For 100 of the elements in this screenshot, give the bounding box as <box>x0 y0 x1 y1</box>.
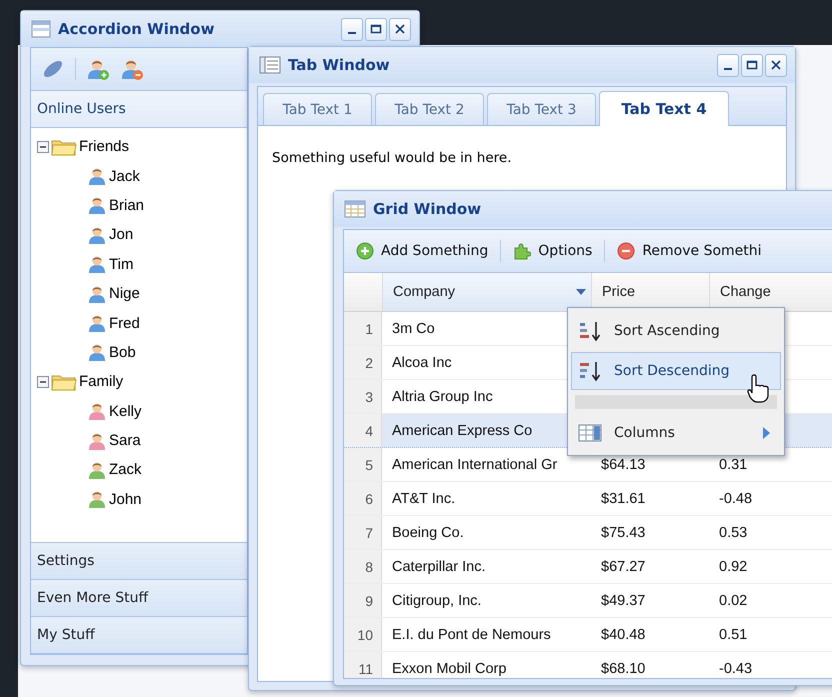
tree-item[interactable]: Jack <box>109 168 140 185</box>
tab[interactable]: Tab Text 2 <box>375 93 484 125</box>
collapse-icon[interactable] <box>37 140 49 153</box>
table-cell: 3m Co <box>392 320 435 336</box>
table-cell: Citigroup, Inc. <box>392 592 482 608</box>
grid-icon <box>344 200 366 218</box>
tree-item[interactable]: Sara <box>109 432 141 450</box>
accordion-header[interactable]: My Stuff <box>31 617 247 654</box>
sort-descending-icon <box>578 360 602 382</box>
add-icon <box>356 242 374 260</box>
row-number: 11 <box>344 652 382 678</box>
table-cell: -0.48 <box>719 490 752 506</box>
accordion-header[interactable]: Online Users <box>31 91 247 128</box>
column-header[interactable]: Company <box>383 273 592 311</box>
table-cell: $31.61 <box>601 490 646 506</box>
table-cell: -0.43 <box>719 660 752 676</box>
close-icon <box>393 22 407 36</box>
window-title: Tab Window <box>288 56 390 74</box>
maximize-button[interactable] <box>365 18 387 40</box>
hand-cursor-icon <box>747 373 769 403</box>
maximize-icon <box>369 22 383 36</box>
table-cell: $67.27 <box>601 558 646 574</box>
table-cell: American International Gr <box>392 456 558 472</box>
minimize-button[interactable] <box>717 54 739 76</box>
sort-ascending-icon <box>578 320 602 342</box>
toolbar-button[interactable]: Remove Somethi <box>613 239 766 263</box>
close-icon <box>769 58 783 72</box>
row-number: 6 <box>344 482 382 515</box>
grid-row[interactable]: 8 Caterpillar Inc. $67.27 0.92 <box>344 550 832 584</box>
tab[interactable]: Tab Text 3 <box>487 93 596 125</box>
tree-item[interactable]: Family <box>79 373 124 390</box>
accordion-header[interactable]: Even More Stuff <box>31 580 247 617</box>
tree-item[interactable]: Tim <box>109 256 134 273</box>
add-user-icon[interactable] <box>86 57 110 81</box>
dropdown-arrow-icon[interactable] <box>575 288 587 296</box>
table-cell: Boeing Co. <box>392 524 464 540</box>
window-title: Grid Window <box>373 200 482 218</box>
tree-item[interactable]: Nige <box>109 285 140 302</box>
table-cell: 0.92 <box>719 558 748 574</box>
table-cell: $75.43 <box>601 524 646 540</box>
close-button[interactable] <box>765 54 787 76</box>
grid-row[interactable]: 9 Citigroup, Inc. $49.37 0.02 <box>344 584 832 618</box>
table-cell: 0.51 <box>719 626 748 642</box>
row-number: 3 <box>344 380 382 413</box>
toolbar-button[interactable]: Options <box>509 239 596 263</box>
row-number: 4 <box>344 414 382 447</box>
minimize-icon <box>348 32 356 34</box>
puzzle-icon <box>513 242 532 260</box>
minimize-icon <box>724 68 732 70</box>
grid-row[interactable]: 7 Boeing Co. $75.43 0.53 <box>344 516 832 550</box>
window-title: Accordion Window <box>58 20 214 38</box>
grid-row[interactable]: 10 E.I. du Pont de Nemours $40.48 0.51 <box>344 618 832 652</box>
tree-item[interactable]: Fred <box>109 314 140 332</box>
remove-icon <box>617 242 636 260</box>
table-cell: $40.48 <box>601 626 646 642</box>
tree-item[interactable]: Friends <box>79 138 130 156</box>
table-cell: Altria Group Inc <box>392 388 493 404</box>
table-cell: $64.13 <box>601 456 646 472</box>
table-cell: $68.10 <box>601 660 646 676</box>
row-number: 5 <box>344 448 382 481</box>
toolbar-button[interactable]: Add Something <box>352 239 492 263</box>
maximize-icon <box>745 58 759 72</box>
window-icon <box>259 56 281 74</box>
tree-item[interactable]: John <box>109 490 142 508</box>
table-cell: American Express Co <box>392 422 532 438</box>
remove-user-icon[interactable] <box>120 57 144 81</box>
row-number: 9 <box>344 584 382 617</box>
columns-icon <box>578 423 602 443</box>
tree-item[interactable]: Bob <box>109 344 136 361</box>
table-cell: 0.02 <box>719 592 748 608</box>
table-cell: 0.53 <box>719 524 748 540</box>
row-number: 8 <box>344 550 382 583</box>
row-number: 7 <box>344 516 382 549</box>
tab[interactable]: Tab Text 4 <box>599 91 729 126</box>
minimize-button[interactable] <box>341 18 363 40</box>
table-cell: Caterpillar Inc. <box>392 558 486 574</box>
tree-item[interactable]: Kelly <box>109 402 142 420</box>
table-cell: Alcoa Inc <box>392 354 452 370</box>
table-cell: E.I. du Pont de Nemours <box>392 626 551 642</box>
tree-item[interactable]: Brian <box>109 196 144 214</box>
table-cell: $49.37 <box>601 592 646 608</box>
table-cell: Exxon Mobil Corp <box>392 660 506 676</box>
tree-item[interactable]: Zack <box>109 461 142 478</box>
grid-row[interactable]: 11 Exxon Mobil Corp $68.10 -0.43 <box>344 652 832 678</box>
menu-item[interactable]: Sort Descending <box>571 352 781 390</box>
tab[interactable]: Tab Text 1 <box>263 93 372 125</box>
row-number: 1 <box>344 312 382 345</box>
table-cell: AT&T Inc. <box>392 490 456 506</box>
submenu-arrow-icon <box>762 427 770 439</box>
content-text: Something useful would be in here. <box>272 150 512 166</box>
tree-item[interactable]: Jon <box>109 226 134 244</box>
collapse-icon[interactable] <box>37 376 49 388</box>
close-button[interactable] <box>389 18 411 40</box>
accordion-header[interactable]: Settings <box>31 543 247 580</box>
window-icon <box>31 20 51 38</box>
maximize-button[interactable] <box>741 54 763 76</box>
row-number: 10 <box>344 618 382 651</box>
table-cell: 0.31 <box>719 456 748 472</box>
row-number: 2 <box>344 346 382 379</box>
grid-row[interactable]: 6 AT&T Inc. $31.61 -0.48 <box>344 482 832 516</box>
